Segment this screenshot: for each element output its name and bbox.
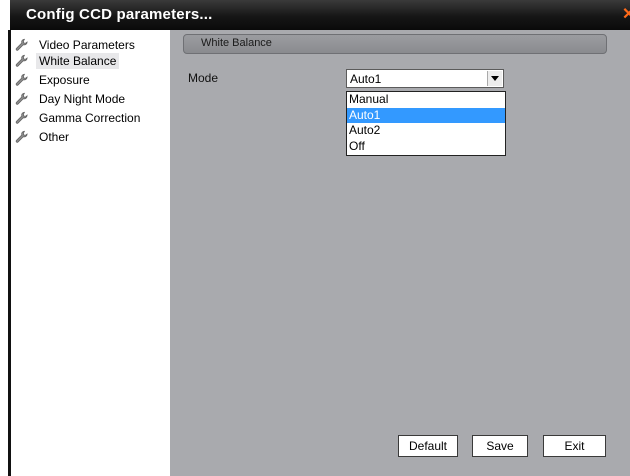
sidebar-item-other[interactable]: Other [14,128,72,146]
sidebar-item-label: Day Night Mode [39,92,126,106]
mode-dropdown-list: Manual Auto1 Auto2 Off [346,91,506,156]
chevron-down-icon[interactable] [487,71,502,86]
window-title: Config CCD parameters... [26,6,213,23]
sidebar-item-label: Exposure [39,73,90,87]
sidebar-item-white-balance[interactable]: White Balance [14,52,120,70]
sidebar-item-label: Other [39,130,70,144]
sidebar: Video Parameters White Balance Exposure … [11,30,170,476]
sidebar-item-label: Gamma Correction [39,111,141,125]
save-button[interactable]: Save [472,435,528,457]
section-header: White Balance [183,34,607,54]
wrench-icon [14,129,30,145]
title-bar[interactable]: Config CCD parameters... ✕ [10,0,630,30]
mode-option-off[interactable]: Off [347,139,505,155]
settings-panel: White Balance Mode Auto1 Manual Auto1 Au… [170,30,630,476]
wrench-icon [14,110,30,126]
sidebar-item-day-night-mode[interactable]: Day Night Mode [14,90,128,108]
mode-select[interactable]: Auto1 [346,69,504,88]
sidebar-item-gamma-correction[interactable]: Gamma Correction [14,109,143,127]
mode-option-auto2[interactable]: Auto2 [347,123,505,139]
mode-select-value: Auto1 [350,72,382,86]
wrench-icon [14,72,30,88]
sidebar-item-label: White Balance [36,53,120,69]
mode-option-auto1[interactable]: Auto1 [347,107,505,123]
sidebar-item-exposure[interactable]: Exposure [14,71,93,89]
mode-label: Mode [188,71,219,85]
section-title: White Balance [201,37,272,49]
default-button[interactable]: Default [398,435,458,457]
exit-button[interactable]: Exit [543,435,606,457]
wrench-icon [14,37,30,53]
mode-option-manual[interactable]: Manual [347,92,505,108]
wrench-icon [14,53,30,69]
sidebar-item-label: Video Parameters [39,38,135,52]
close-button[interactable]: ✕ [622,6,630,24]
wrench-icon [14,91,30,107]
